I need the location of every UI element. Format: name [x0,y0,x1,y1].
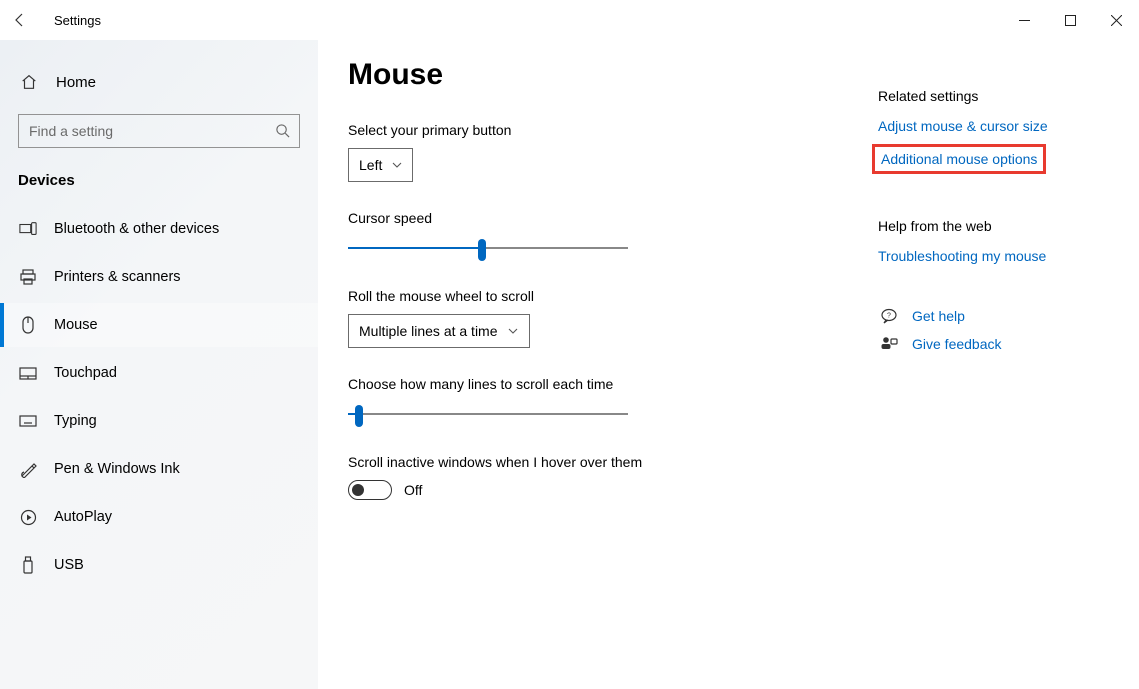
sidebar: Home Devices Bluetooth & other devices P… [0,40,318,689]
inactive-value: Off [404,482,422,498]
search-wrapper [18,114,300,148]
sidebar-item-label: Printers & scanners [54,269,181,285]
sidebar-item-mouse[interactable]: Mouse [0,303,318,347]
pen-icon [18,461,38,478]
feedback-icon [878,336,900,352]
link-give-feedback[interactable]: Give feedback [912,336,1002,352]
link-get-help[interactable]: Get help [912,308,965,324]
primary-button-dropdown[interactable]: Left [348,148,413,182]
sidebar-home[interactable]: Home [0,60,318,104]
svg-text:?: ? [887,313,891,320]
search-icon [275,123,290,138]
close-button[interactable] [1093,4,1139,36]
sidebar-item-label: USB [54,557,84,573]
mouse-icon [18,316,38,334]
chevron-down-icon [508,328,518,334]
slider-thumb[interactable] [355,405,363,427]
lines-slider[interactable] [348,402,628,426]
sidebar-item-label: Touchpad [54,365,117,381]
link-additional-mouse-options[interactable]: Additional mouse options [872,144,1046,174]
minimize-button[interactable] [1001,4,1047,36]
wheel-value: Multiple lines at a time [359,323,498,339]
sidebar-item-usb[interactable]: USB [0,543,318,587]
sidebar-item-touchpad[interactable]: Touchpad [0,351,318,395]
primary-button-label: Select your primary button [348,122,868,138]
link-troubleshoot-mouse[interactable]: Troubleshooting my mouse [878,248,1046,264]
sidebar-item-pen[interactable]: Pen & Windows Ink [0,447,318,491]
sidebar-item-label: Mouse [54,317,98,333]
link-adjust-mouse-cursor-size[interactable]: Adjust mouse & cursor size [878,118,1048,134]
home-icon [20,73,38,91]
main: Mouse Select your primary button Left Cu… [318,40,1139,689]
sidebar-item-printers[interactable]: Printers & scanners [0,255,318,299]
page-title: Mouse [348,58,868,92]
sidebar-item-label: AutoPlay [54,509,112,525]
maximize-button[interactable] [1047,4,1093,36]
autoplay-icon [18,509,38,526]
inactive-label: Scroll inactive windows when I hover ove… [348,454,868,470]
sidebar-item-typing[interactable]: Typing [0,399,318,443]
printer-icon [18,269,38,285]
keyboard-icon [18,415,38,427]
get-help-icon: ? [878,308,900,324]
sidebar-item-label: Pen & Windows Ink [54,461,180,477]
sidebar-home-label: Home [56,74,96,91]
primary-button-value: Left [359,157,382,173]
cursor-speed-label: Cursor speed [348,210,868,226]
touchpad-icon [18,367,38,380]
titlebar: Settings [0,0,1139,40]
search-input[interactable] [18,114,300,148]
slider-thumb[interactable] [478,239,486,261]
inactive-toggle[interactable] [348,480,392,500]
related-heading: Related settings [878,88,1109,104]
help-heading: Help from the web [878,218,1109,234]
lines-label: Choose how many lines to scroll each tim… [348,376,868,392]
sidebar-item-autoplay[interactable]: AutoPlay [0,495,318,539]
sidebar-category: Devices [0,166,318,207]
cursor-speed-slider[interactable] [348,236,628,260]
chevron-down-icon [392,162,402,168]
usb-icon [18,556,38,574]
wheel-dropdown[interactable]: Multiple lines at a time [348,314,530,348]
wheel-label: Roll the mouse wheel to scroll [348,288,868,304]
settings-column: Mouse Select your primary button Left Cu… [348,58,868,689]
sidebar-item-label: Typing [54,413,97,429]
window-title: Settings [54,13,101,28]
sidebar-item-bluetooth[interactable]: Bluetooth & other devices [0,207,318,251]
right-column: Related settings Adjust mouse & cursor s… [878,58,1109,689]
back-button[interactable] [0,0,40,40]
sidebar-item-label: Bluetooth & other devices [54,221,219,237]
devices-icon [18,222,38,236]
